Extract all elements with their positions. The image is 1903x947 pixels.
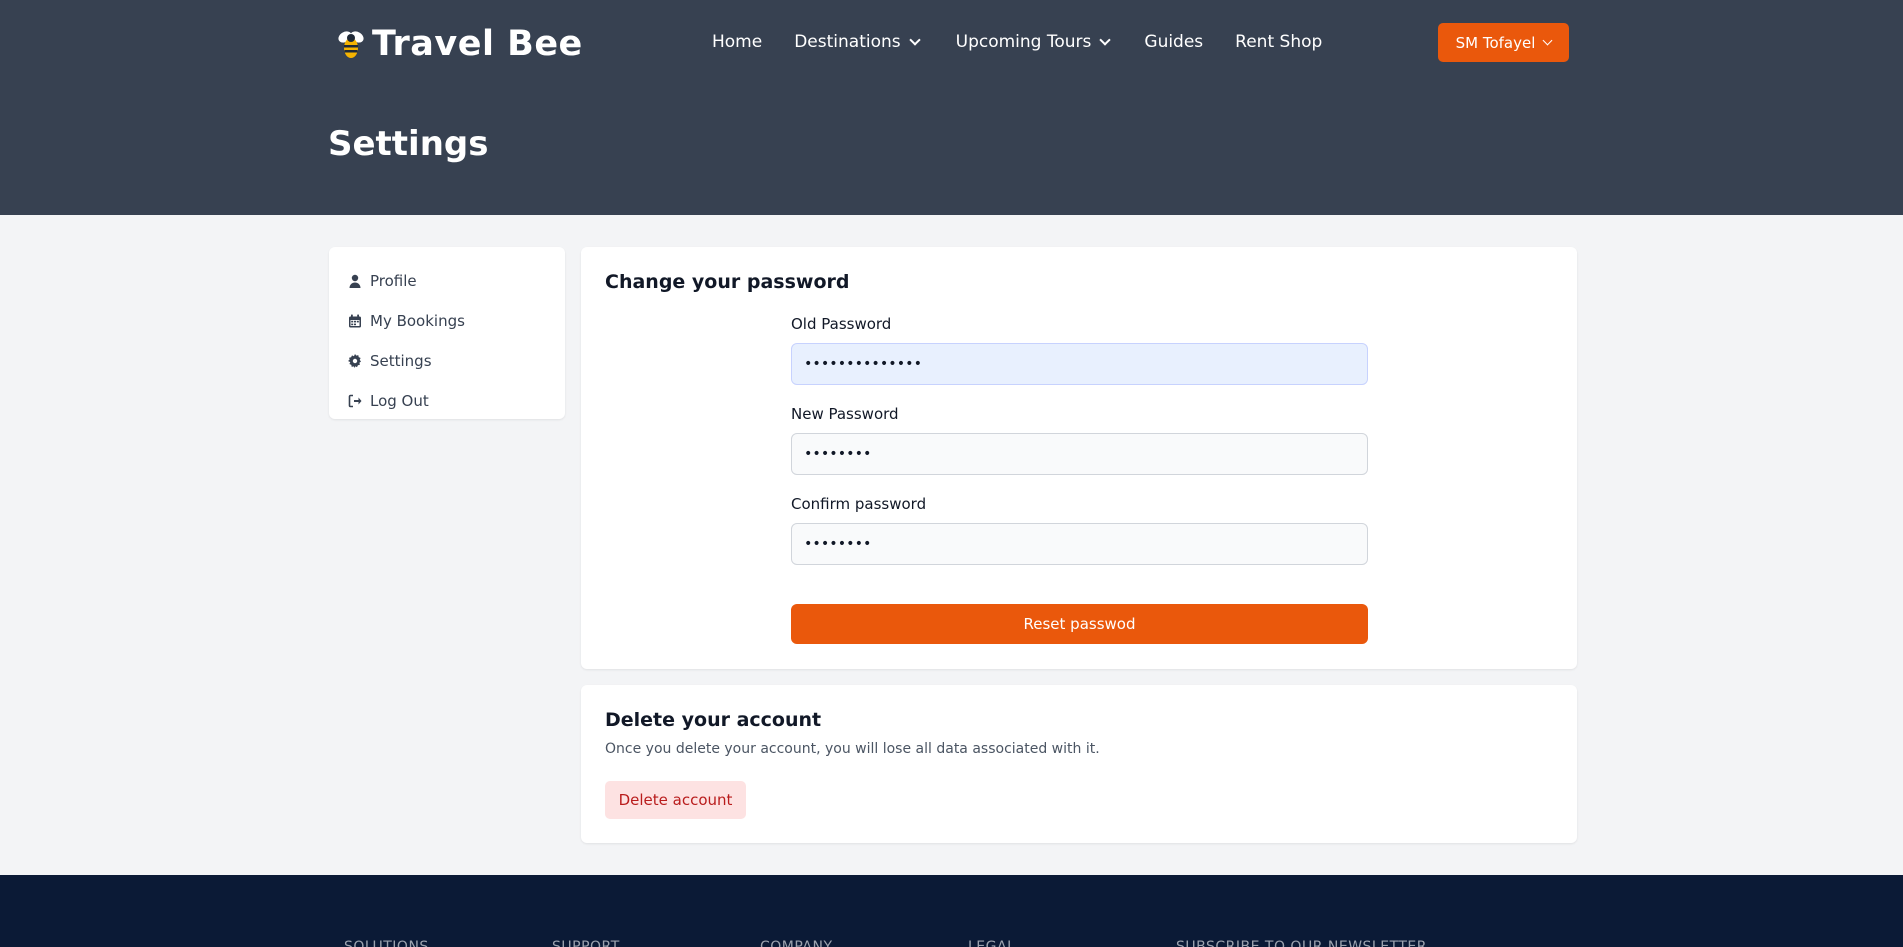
sidebar-item-label: Log Out — [370, 392, 429, 410]
nav-rent-shop-label: Rent Shop — [1235, 32, 1323, 52]
delete-account-button[interactable]: Delete account — [605, 781, 746, 819]
nav-home-label: Home — [712, 32, 763, 52]
sidebar-item-label: Profile — [370, 272, 417, 290]
footer-heading-legal: LEGAL — [968, 939, 1016, 947]
nav-guides[interactable]: Guides — [1144, 32, 1203, 52]
confirm-password-label: Confirm password — [791, 495, 927, 513]
delete-account-card: Delete your account Once you delete your… — [581, 685, 1577, 843]
nav-upcoming-tours-label: Upcoming Tours — [955, 32, 1092, 52]
sidebar-item-settings[interactable]: Settings — [329, 341, 565, 381]
nav-destinations-label: Destinations — [794, 32, 901, 52]
nav-upcoming-tours[interactable]: Upcoming Tours — [955, 32, 1112, 52]
sidebar-item-label: Settings — [370, 352, 432, 370]
footer-heading-support: SUPPORT — [552, 939, 620, 947]
confirm-password-input[interactable] — [791, 523, 1368, 565]
footer-heading-company: COMPANY — [760, 939, 833, 947]
footer-heading-newsletter: SUBSCRIBE TO OUR NEWSLETTER — [1176, 939, 1428, 947]
old-password-input[interactable] — [791, 343, 1368, 385]
chevron-down-icon — [1542, 35, 1553, 46]
chevron-down-icon — [908, 34, 921, 46]
new-password-input[interactable] — [791, 433, 1368, 475]
main-nav: Home Destinations Upcoming Tours Guides … — [712, 30, 1322, 54]
sidebar-item-log-out[interactable]: Log Out — [329, 381, 565, 421]
nav-destinations[interactable]: Destinations — [794, 32, 921, 52]
nav-guides-label: Guides — [1144, 32, 1204, 52]
sidebar-item-label: My Bookings — [370, 312, 465, 330]
user-icon — [349, 274, 361, 288]
settings-sidebar: Profile My Bookings Settings Log Out — [329, 247, 565, 419]
bee-icon — [338, 31, 364, 58]
old-password-label: Old Password — [791, 315, 892, 333]
footer-heading-solutions: SOLUTIONS — [344, 939, 429, 947]
site-header: Travel Bee Home Destinations Upcoming To… — [0, 0, 1903, 215]
new-password-label: New Password — [791, 405, 899, 423]
brand-name: Travel Bee — [372, 24, 583, 64]
gear-icon — [348, 354, 361, 368]
delete-account-title: Delete your account — [605, 709, 822, 731]
user-name: SM Tofayel — [1455, 33, 1536, 52]
sidebar-item-my-bookings[interactable]: My Bookings — [329, 301, 565, 341]
change-password-title: Change your password — [605, 271, 850, 293]
site-footer: SOLUTIONS SUPPORT COMPANY LEGAL SUBSCRIB… — [0, 875, 1903, 947]
delete-account-description: Once you delete your account, you will l… — [605, 741, 1100, 757]
brand-logo[interactable]: Travel Bee — [336, 22, 583, 66]
sidebar-item-profile[interactable]: Profile — [329, 261, 565, 301]
user-menu-button[interactable]: SM Tofayel — [1438, 23, 1569, 62]
logout-icon — [348, 394, 362, 408]
reset-password-button[interactable]: Reset passwod — [791, 604, 1368, 644]
nav-home[interactable]: Home — [712, 32, 762, 52]
nav-rent-shop[interactable]: Rent Shop — [1235, 32, 1322, 52]
change-password-card: Change your password Old Password New Pa… — [581, 247, 1577, 669]
chevron-down-icon — [1099, 34, 1112, 46]
page-title: Settings — [328, 124, 489, 164]
calendar-icon — [349, 314, 361, 328]
